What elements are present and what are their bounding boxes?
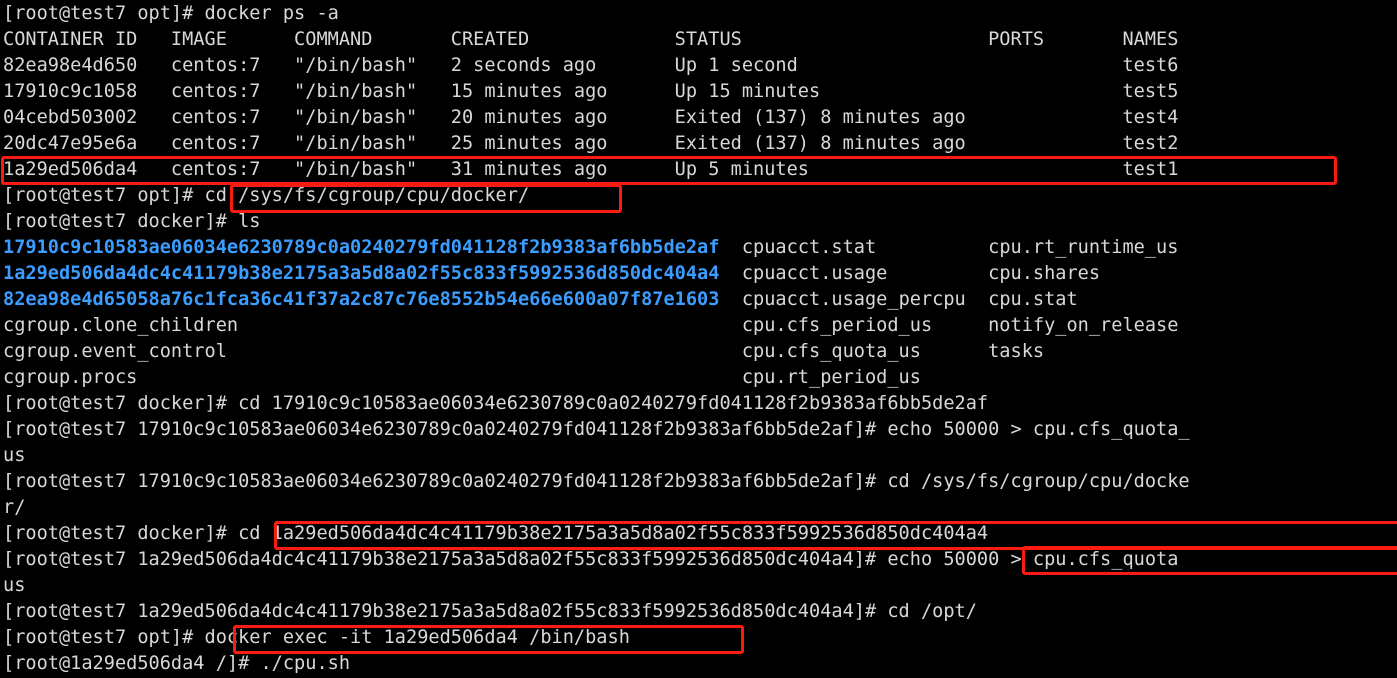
terminal-line: [root@test7 docker]# cd 1a29ed506da4dc4c… [3, 521, 988, 547]
terminal-line: us [3, 443, 25, 469]
terminal-line-text: 82ea98e4d650 centos:7 "/bin/bash" 2 seco… [3, 55, 1179, 76]
terminal-line: [root@1a29ed506da4 /]# ./cpu.sh [3, 651, 350, 677]
terminal-line: [root@test7 opt]# docker exec -it 1a29ed… [3, 625, 630, 651]
file-listing-text: cpuacct.usage cpu.shares [719, 263, 1101, 284]
terminal-line: [root@test7 opt]# cd /sys/fs/cgroup/cpu/… [3, 183, 529, 209]
terminal-line: 1a29ed506da4dc4c41179b38e2175a3a5d8a02f5… [3, 261, 1100, 287]
terminal-line: [root@test7 docker]# ls [3, 209, 260, 235]
terminal-line-text: CONTAINER ID IMAGE COMMAND CREATED STATU… [3, 29, 1179, 50]
terminal-window[interactable]: [root@test7 opt]# docker ps -a CONTAINER … [0, 0, 1397, 678]
terminal-line: 04cebd503002 centos:7 "/bin/bash" 20 min… [3, 105, 1178, 131]
terminal-line: r/ [3, 495, 25, 521]
terminal-line-text: 20dc47e95e6a centos:7 "/bin/bash" 25 min… [3, 133, 1179, 154]
terminal-line-text: [root@test7 1a29ed506da4dc4c41179b38e217… [3, 601, 977, 622]
terminal-line: [root@test7 opt]# docker ps -a [3, 1, 339, 27]
terminal-line: 1a29ed506da4 centos:7 "/bin/bash" 31 min… [3, 157, 1178, 183]
terminal-line: cgroup.procs cpu.rt_period_us [3, 365, 921, 391]
terminal-line: 17910c9c10583ae06034e6230789c0a0240279fd… [3, 235, 1178, 261]
terminal-line-text: [root@test7 17910c9c10583ae06034e6230789… [3, 419, 1190, 440]
directory-name: 1a29ed506da4dc4c41179b38e2175a3a5d8a02f5… [3, 263, 720, 284]
terminal-line-text: [root@test7 opt]# docker ps -a [3, 3, 339, 24]
terminal-line: CONTAINER ID IMAGE COMMAND CREATED STATU… [3, 27, 1178, 53]
terminal-line: cgroup.clone_children cpu.cfs_period_us … [3, 313, 1178, 339]
file-listing-text: cpuacct.usage_percpu cpu.stat [719, 289, 1078, 310]
terminal-line: [root@test7 17910c9c10583ae06034e6230789… [3, 469, 1190, 495]
terminal-line: 20dc47e95e6a centos:7 "/bin/bash" 25 min… [3, 131, 1178, 157]
directory-name: 17910c9c10583ae06034e6230789c0a0240279fd… [3, 237, 720, 258]
terminal-line-text: [root@1a29ed506da4 /]# ./cpu.sh [3, 653, 351, 674]
terminal-line-text: [root@test7 opt]# cd /sys/fs/cgroup/cpu/… [3, 185, 530, 206]
terminal-line: us [3, 573, 25, 599]
terminal-line-text: cgroup.procs cpu.rt_period_us [3, 367, 921, 388]
terminal-line-text: [root@test7 17910c9c10583ae06034e6230789… [3, 471, 1190, 492]
file-listing-text: cpuacct.stat cpu.rt_runtime_us [719, 237, 1179, 258]
terminal-line: cgroup.event_control cpu.cfs_quota_us ta… [3, 339, 1044, 365]
terminal-line-text: us [3, 445, 26, 466]
terminal-line-text: [root@test7 opt]# docker exec -it 1a29ed… [3, 627, 630, 648]
terminal-line-text: cgroup.clone_children cpu.cfs_period_us … [3, 315, 1179, 336]
terminal-line-text: 1a29ed506da4 centos:7 "/bin/bash" 31 min… [3, 159, 1179, 180]
terminal-line-text: [root@test7 docker]# cd 17910c9c10583ae0… [3, 393, 989, 414]
terminal-line-text: [root@test7 1a29ed506da4dc4c41179b38e217… [3, 549, 1179, 570]
terminal-line: [root@test7 17910c9c10583ae06034e6230789… [3, 417, 1190, 443]
terminal-line: [root@test7 1a29ed506da4dc4c41179b38e217… [3, 547, 1178, 573]
terminal-line: [root@test7 docker]# cd 17910c9c10583ae0… [3, 391, 988, 417]
terminal-line-text: [root@test7 docker]# cd 1a29ed506da4dc4c… [3, 523, 989, 544]
terminal-line-text: r/ [3, 497, 26, 518]
terminal-line: [root@test7 1a29ed506da4dc4c41179b38e217… [3, 599, 977, 625]
directory-name: 82ea98e4d65058a76c1fca36c41f37a2c87c76e8… [3, 289, 720, 310]
terminal-line: 82ea98e4d650 centos:7 "/bin/bash" 2 seco… [3, 53, 1178, 79]
terminal-line-text: [root@test7 docker]# ls [3, 211, 261, 232]
terminal-line-text: 17910c9c1058 centos:7 "/bin/bash" 15 min… [3, 81, 1179, 102]
terminal-line-text: cgroup.event_control cpu.cfs_quota_us ta… [3, 341, 1045, 362]
terminal-line: 17910c9c1058 centos:7 "/bin/bash" 15 min… [3, 79, 1178, 105]
terminal-line-text: 04cebd503002 centos:7 "/bin/bash" 20 min… [3, 107, 1179, 128]
terminal-line: 82ea98e4d65058a76c1fca36c41f37a2c87c76e8… [3, 287, 1078, 313]
terminal-line-text: us [3, 575, 26, 596]
